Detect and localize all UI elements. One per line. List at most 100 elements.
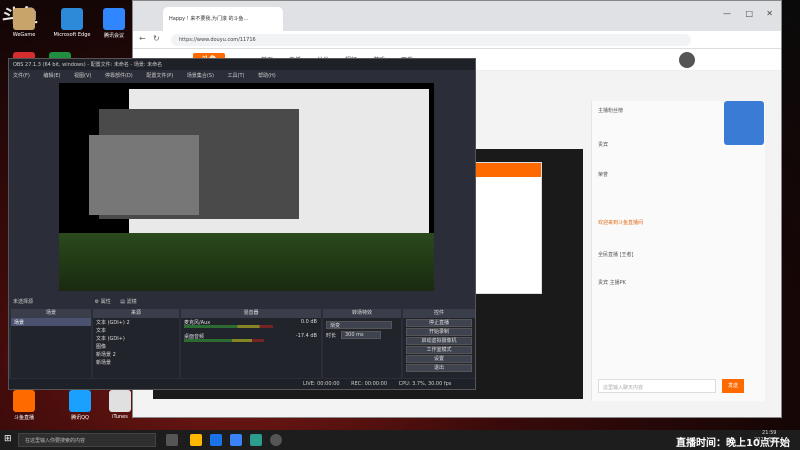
source-item[interactable]: 图像 (93, 342, 179, 350)
app-icon (109, 390, 131, 412)
sources-dock-title: 来源 (93, 309, 179, 318)
control-button[interactable]: 停止直播 (406, 319, 472, 327)
popup-dialog (474, 162, 542, 294)
obs-title: OBS 27.1.3 (64 bit, windows) - 配置文件: 未命名… (9, 59, 475, 70)
nested-capture (59, 233, 434, 291)
avatar[interactable] (679, 52, 695, 68)
controls-dock-title: 控件 (403, 309, 475, 318)
chat-line: 荣誉 (598, 172, 609, 178)
back-icon[interactable]: ← (139, 34, 146, 43)
filters-button[interactable]: ▤ 滤镜 (120, 299, 136, 305)
clock-time: 21:59 (762, 430, 777, 436)
close-icon[interactable]: ✕ (766, 9, 773, 18)
transitions-dock: 渐变 时长 300 ms (323, 318, 401, 378)
control-button[interactable]: 开始录制 (406, 328, 472, 336)
rec-status: REC: 00:00:00 (351, 381, 388, 387)
duration-label: 时长 (326, 333, 337, 339)
source-item[interactable]: 新场景 (93, 358, 179, 366)
source-item[interactable]: 文本 (93, 326, 179, 334)
scene-item[interactable]: 场景 (11, 318, 91, 326)
desktop-icon[interactable]: Microsoft Edge (52, 8, 92, 38)
control-button[interactable]: 工作室模式 (406, 346, 472, 354)
browser-tab[interactable]: Happy ! 来不要我,为门滚 的斗鱼... (163, 7, 283, 31)
chat-line: 主播粉丝榜 (598, 108, 624, 114)
obs-preview[interactable] (59, 83, 434, 291)
control-button[interactable]: 启动虚拟摄像机 (406, 337, 472, 345)
app-icon[interactable] (250, 434, 262, 446)
app-icon (69, 390, 91, 412)
controls-dock: 停止直播 开始录制 启动虚拟摄像机 工作室模式 设置 退出 (403, 318, 475, 378)
chat-input[interactable]: 这里输入聊天内容 (598, 379, 716, 393)
desktop-icon[interactable]: 腾讯QQ (60, 390, 100, 421)
volume-meter[interactable] (184, 325, 273, 328)
nested-capture (89, 135, 199, 215)
desktop-icon-label: 斗鱼直播 (13, 415, 34, 421)
desktop-icon[interactable]: 斗鱼直播 (4, 390, 44, 421)
task-view-icon[interactable] (166, 434, 178, 446)
address-bar: ← ↻ https://www.douyu.com/11716 (133, 31, 781, 49)
chat-line: 全民直播 [王者] (598, 252, 634, 258)
mixer-dock-title: 混音器 (181, 309, 321, 318)
menu-help[interactable]: 帮助(H) (258, 73, 276, 79)
source-item[interactable]: 文本 (GDI+) 2 (93, 318, 179, 326)
menu-tools[interactable]: 工具(T) (228, 73, 245, 79)
menu-profile[interactable]: 配置文件(P) (146, 73, 173, 79)
menu-view[interactable]: 视图(V) (74, 73, 91, 79)
desktop-icon-label: WeGame (12, 32, 36, 38)
app-icon (61, 8, 83, 30)
live-status: LIVE: 00:00:00 (303, 381, 340, 387)
menu-file[interactable]: 文件(F) (13, 73, 30, 79)
app-icon (13, 390, 35, 412)
url-field[interactable]: https://www.douyu.com/11716 (171, 34, 691, 46)
browser-tabbar: Happy ! 来不要我,为门滚 的斗鱼... — □ ✕ (133, 1, 781, 31)
app-icon[interactable] (230, 434, 242, 446)
popup-header (475, 163, 541, 177)
transitions-dock-title: 转场特效 (323, 309, 401, 318)
menu-docks[interactable]: 停靠部件(D) (105, 73, 133, 79)
duration-input[interactable]: 300 ms (341, 331, 381, 339)
control-button[interactable]: 退出 (406, 364, 472, 372)
obs-icon[interactable] (270, 434, 282, 446)
volume-meter[interactable] (184, 339, 264, 342)
obs-statusbar: LIVE: 00:00:00 REC: 00:00:00 CPU: 3.7%, … (9, 379, 475, 389)
file-explorer-icon[interactable] (190, 434, 202, 446)
maximize-icon[interactable]: □ (745, 9, 753, 18)
app-icon (103, 8, 125, 30)
source-item[interactable]: 新场景 2 (93, 350, 179, 358)
menu-scene-collection[interactable]: 场景集合(S) (187, 73, 214, 79)
clock-date: 2022/1/1 (754, 437, 777, 443)
desktop-icon[interactable]: WeGame (4, 8, 44, 38)
properties-button[interactable]: ⚙ 属性 (95, 299, 111, 305)
promo-banner[interactable] (724, 101, 764, 145)
track-db: 0.0 dB (300, 319, 317, 325)
refresh-icon[interactable]: ↻ (153, 34, 160, 43)
desktop-icon-label: Microsoft Edge (53, 32, 91, 38)
send-button[interactable]: 发送 (722, 379, 744, 393)
chat-line: 欢迎来到斗鱼直播间 (598, 220, 644, 226)
windows-start-icon[interactable]: ⊞ (4, 434, 12, 444)
taskbar-search[interactable]: 在这里输入你要搜索的内容 (18, 433, 156, 447)
chat-panel: 主播粉丝榜 贵宾 荣誉 欢迎来到斗鱼直播间 全民直播 [王者] 贵宾 主播PK … (591, 101, 765, 401)
app-icon (13, 8, 35, 30)
mixer-track: 桌面音频 -17.4 dB (181, 332, 321, 346)
filters-label: 滤镜 (126, 299, 137, 305)
control-button[interactable]: 设置 (406, 355, 472, 363)
cpu-status: CPU: 3.7%, 30.00 fps (398, 381, 452, 387)
scenes-dock-title: 场景 (11, 309, 91, 318)
sources-dock: 文本 (GDI+) 2 文本 文本 (GDI+) 图像 新场景 2 新场景 (93, 318, 179, 378)
obs-menubar: 文件(F) 编辑(E) 视图(V) 停靠部件(D) 配置文件(P) 场景集合(S… (9, 70, 475, 80)
desktop-icon-label: 腾讯QQ (71, 415, 89, 421)
edge-icon[interactable] (210, 434, 222, 446)
minimize-icon[interactable]: — (723, 9, 731, 18)
transition-select[interactable]: 渐变 (326, 321, 392, 329)
taskbar-clock[interactable]: 21:59 2022/1/1 (754, 430, 776, 444)
menu-edit[interactable]: 编辑(E) (43, 73, 60, 79)
source-toolbar: 未选择源 ⚙ 属性 ▤ 滤镜 (9, 295, 475, 307)
scenes-dock: 场景 (11, 318, 91, 378)
desktop-icon[interactable]: 腾讯会议 (94, 8, 134, 39)
track-db: -17.4 dB (295, 333, 317, 339)
properties-label: 属性 (100, 299, 111, 305)
source-item[interactable]: 文本 (GDI+) (93, 334, 179, 342)
obs-window: OBS 27.1.3 (64 bit, windows) - 配置文件: 未命名… (8, 58, 476, 390)
desktop-icon-label: 腾讯会议 (103, 33, 124, 39)
